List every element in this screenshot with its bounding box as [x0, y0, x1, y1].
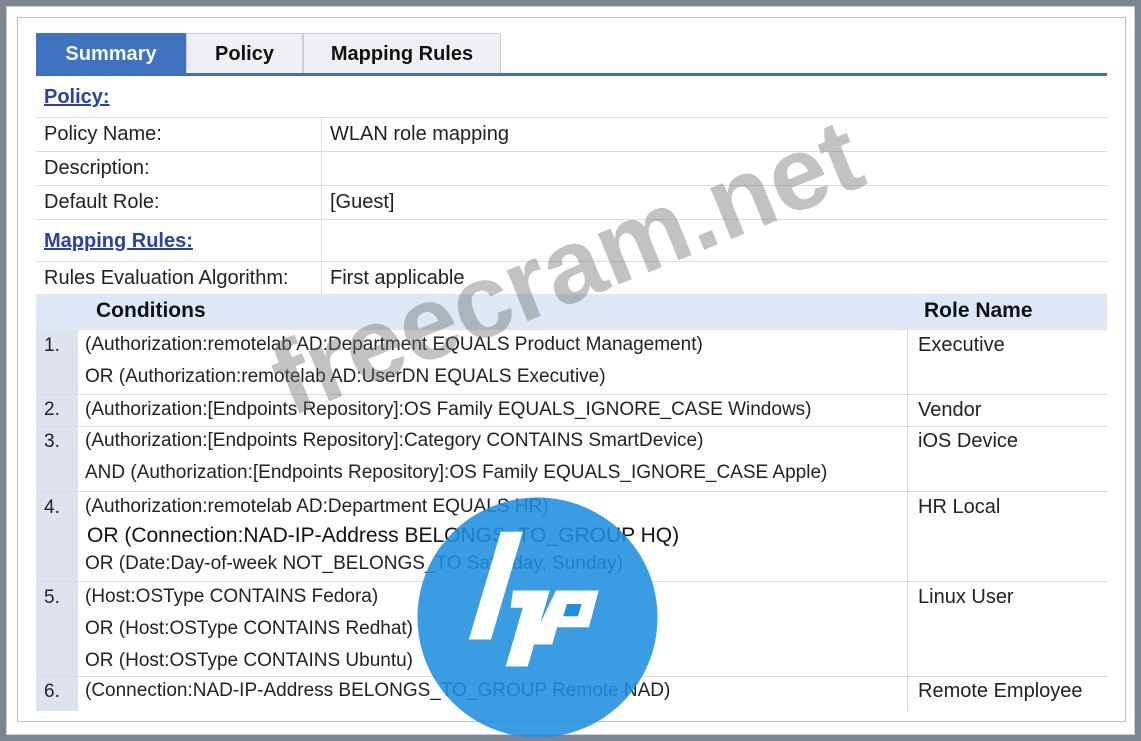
mapping-rules-section-link[interactable]: Mapping Rules: — [44, 230, 193, 253]
rule-condition-line: AND (Authorization:[Endpoints Repository… — [85, 462, 828, 483]
tab-policy[interactable]: Policy — [186, 33, 303, 75]
rule-role: Vendor — [918, 399, 982, 421]
tab-mapping-rules[interactable]: Mapping Rules — [303, 33, 501, 75]
rule-condition-line: (Authorization:[Endpoints Repository]:Ca… — [85, 430, 704, 451]
default-role-label: Default Role: — [44, 191, 160, 213]
rule-row-6[interactable]: 6. (Connection:NAD-IP-Address BELONGS_TO… — [36, 677, 1107, 711]
tab-bar: Summary Policy Mapping Rules — [36, 33, 501, 75]
rule-condition-line: OR (Connection:NAD-IP-Address BELONGS_TO… — [87, 524, 680, 547]
rule-row-1[interactable]: 1. (Authorization:remotelab AD:Departmen… — [36, 330, 1107, 395]
rule-number: 3. — [44, 431, 60, 452]
rule-number: 4. — [44, 497, 60, 518]
rule-number: 2. — [44, 399, 60, 420]
rules-table-header: Conditions Role Name — [36, 294, 1107, 330]
rule-condition-line: (Authorization:remotelab AD:Department E… — [85, 334, 703, 355]
rule-condition-line: OR (Host:OSType CONTAINS Ubuntu) — [85, 650, 414, 671]
algorithm-value: First applicable — [330, 267, 465, 289]
role-name-header: Role Name — [924, 299, 1033, 322]
policy-section-link[interactable]: Policy: — [44, 86, 110, 109]
rule-condition-line: (Authorization:remotelab AD:Department E… — [85, 496, 549, 517]
rule-row-5[interactable]: 5. (Host:OSType CONTAINS Fedora) OR (Hos… — [36, 582, 1107, 677]
rule-number: 6. — [44, 681, 60, 702]
default-role-row: Default Role: [Guest] — [36, 186, 1107, 220]
rule-role: Linux User — [918, 586, 1014, 608]
description-row: Description: — [36, 152, 1107, 186]
tab-summary[interactable]: Summary — [36, 33, 186, 75]
rule-condition-line: (Authorization:[Endpoints Repository]:OS… — [85, 399, 812, 420]
conditions-header: Conditions — [96, 299, 206, 322]
algorithm-label: Rules Evaluation Algorithm: — [44, 267, 289, 289]
rule-condition-line: (Host:OSType CONTAINS Fedora) — [85, 586, 379, 607]
rule-number: 5. — [44, 587, 60, 608]
rule-row-2[interactable]: 2. (Authorization:[Endpoints Repository]… — [36, 395, 1107, 427]
rule-row-3[interactable]: 3. (Authorization:[Endpoints Repository]… — [36, 427, 1107, 492]
rule-role: iOS Device — [918, 430, 1019, 452]
rule-number: 1. — [44, 335, 60, 356]
rule-condition-line: (Connection:NAD-IP-Address BELONGS_TO_GR… — [85, 680, 671, 701]
column-divider — [321, 118, 322, 296]
algorithm-row: Rules Evaluation Algorithm: First applic… — [36, 262, 1107, 296]
policy-name-label: Policy Name: — [44, 123, 162, 145]
default-role-value: [Guest] — [330, 191, 395, 213]
rule-condition-line: OR (Date:Day-of-week NOT_BELONGS_TO Satu… — [85, 553, 623, 574]
policy-section-row: Policy: — [36, 76, 1107, 118]
policy-name-row: Policy Name: WLAN role mapping — [36, 118, 1107, 152]
rule-condition-line: OR (Host:OSType CONTAINS Redhat) — [85, 618, 414, 639]
rule-row-4[interactable]: 4. (Authorization:remotelab AD:Departmen… — [36, 492, 1107, 582]
description-label: Description: — [44, 157, 150, 179]
mapping-section-row: Mapping Rules: — [36, 220, 1107, 262]
rule-role: HR Local — [918, 496, 1001, 518]
rule-role: Remote Employee — [918, 680, 1083, 702]
policy-name-value: WLAN role mapping — [330, 123, 509, 145]
rule-role: Executive — [918, 334, 1005, 356]
rule-condition-line: OR (Authorization:remotelab AD:UserDN EQ… — [85, 366, 606, 387]
